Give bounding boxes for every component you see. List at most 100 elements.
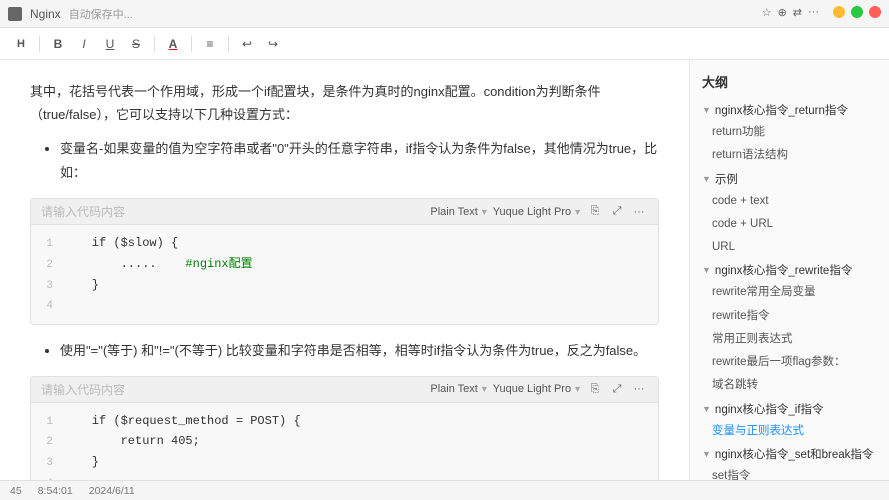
star-icon[interactable]: ☆ bbox=[762, 6, 772, 21]
chevron-setbreak: ▼ bbox=[702, 449, 711, 459]
outline-item-regex[interactable]: 常用正则表达式 bbox=[690, 328, 889, 351]
copy-btn-2[interactable]: ⎘ bbox=[586, 380, 604, 398]
code-line-2-1: 1 if ($request_method = POST) { bbox=[31, 411, 658, 432]
chevron-rewrite: ▼ bbox=[702, 265, 711, 275]
outline-label-return: nginx核心指令_return指令 bbox=[715, 102, 848, 118]
toolbar-sep-2 bbox=[154, 36, 155, 52]
outline-sidebar: 大纲 ▼ nginx核心指令_return指令 return功能 return语… bbox=[689, 60, 889, 480]
code-toolbar-left-1: 请输入代码内容 bbox=[41, 203, 125, 220]
expand-btn-1[interactable]: ⤢ bbox=[608, 203, 626, 221]
window-controls: ☆ ⊕ ⇄ ··· bbox=[762, 6, 881, 21]
code-line-2-2: 2 return 405; bbox=[31, 431, 658, 452]
toolbar-sep-4 bbox=[228, 36, 229, 52]
code-line-1-3: 3 } bbox=[31, 275, 658, 296]
code-content-2: 1 if ($request_method = POST) { 2 return… bbox=[31, 403, 658, 480]
code-content-1: 1 if ($slow) { 2 ..... #nginx配置 3 } 4 bbox=[31, 225, 658, 324]
outline-item-code-url[interactable]: code + URL bbox=[690, 213, 889, 236]
lang-chevron-2: ▼ bbox=[480, 384, 489, 394]
undo-btn[interactable]: ↩ bbox=[236, 33, 258, 55]
outline-item-var-regex[interactable]: 变量与正则表达式 bbox=[690, 420, 889, 443]
lang-chevron-1: ▼ bbox=[480, 207, 489, 217]
bullet-list-2: 使用"="(等于) 和"!="(不等于) 比较变量和字符串是否相等，相等时if指… bbox=[60, 339, 659, 364]
lang-selector-2[interactable]: Plain Text ▼ bbox=[430, 383, 488, 395]
outline-item-rewrite-flag[interactable]: rewrite最后一项flag参数： bbox=[690, 351, 889, 374]
outline-item-return[interactable]: ▼ nginx核心指令_return指令 bbox=[690, 99, 889, 121]
code-toolbar-right-1: Plain Text ▼ Yuque Light Pro ▼ ⎘ ⤢ ··· bbox=[430, 203, 648, 221]
code-line-1-1: 1 if ($slow) { bbox=[31, 233, 658, 254]
status-bar: 45 8:54:01 2024/6/11 bbox=[0, 480, 889, 500]
code-block-1: 请输入代码内容 Plain Text ▼ Yuque Light Pro ▼ ⎘… bbox=[30, 198, 659, 325]
code-line-2-4: 4 bbox=[31, 473, 658, 480]
code-toolbar-right-2: Plain Text ▼ Yuque Light Pro ▼ ⎘ ⤢ ··· bbox=[430, 380, 648, 398]
outline-item-url[interactable]: URL bbox=[690, 236, 889, 259]
code-toolbar-2: 请输入代码内容 Plain Text ▼ Yuque Light Pro ▼ ⎘… bbox=[31, 377, 658, 403]
code-line-2-3: 3 } bbox=[31, 452, 658, 473]
more-btn-2[interactable]: ··· bbox=[630, 380, 648, 398]
outline-label-rewrite: nginx核心指令_rewrite指令 bbox=[715, 262, 852, 278]
outline-item-return-func[interactable]: return功能 bbox=[690, 121, 889, 144]
outline-title: 大纲 bbox=[690, 68, 889, 99]
outline-item-domain-jump[interactable]: 域名跳转 bbox=[690, 374, 889, 397]
outline-item-return-syntax[interactable]: return语法结构 bbox=[690, 144, 889, 167]
outline-item-rewrite-global[interactable]: rewrite常用全局变量 bbox=[690, 281, 889, 304]
bullet-list-1: 变量名-如果变量的值为空字符串或者"0"开头的任意字符串，if指令认为条件为fa… bbox=[60, 137, 659, 186]
list-btn[interactable]: ≡ bbox=[199, 33, 221, 55]
chevron-if: ▼ bbox=[702, 404, 711, 414]
code-toolbar-left-2: 请输入代码内容 bbox=[41, 381, 125, 398]
formatting-toolbar: H B I U S A ≡ ↩ ↪ bbox=[0, 28, 889, 60]
content-area[interactable]: 其中，花括号代表一个作用域，形成一个if配置块，是条件为真时的nginx配置。c… bbox=[0, 60, 689, 480]
window-close[interactable] bbox=[869, 6, 881, 21]
font-chevron-1: ▼ bbox=[573, 207, 582, 217]
more-icon[interactable]: ··· bbox=[808, 6, 819, 21]
outline-item-set[interactable]: set指令 bbox=[690, 465, 889, 480]
window-minimize[interactable] bbox=[833, 6, 845, 21]
redo-btn[interactable]: ↪ bbox=[262, 33, 284, 55]
code-block-2: 请输入代码内容 Plain Text ▼ Yuque Light Pro ▼ ⎘… bbox=[30, 376, 659, 480]
title-bar: Nginx 自动保存中... ☆ ⊕ ⇄ ··· bbox=[0, 0, 889, 28]
status-date: 2024/6/11 bbox=[89, 485, 135, 497]
chevron-example: ▼ bbox=[702, 174, 711, 184]
app-name: Nginx bbox=[30, 7, 61, 21]
italic-btn[interactable]: I bbox=[73, 33, 95, 55]
outline-item-if[interactable]: ▼ nginx核心指令_if指令 bbox=[690, 398, 889, 420]
app-icon bbox=[8, 7, 22, 21]
code-line-1-2: 2 ..... #nginx配置 bbox=[31, 254, 658, 275]
heading-btn[interactable]: H bbox=[10, 33, 32, 55]
more-btn-1[interactable]: ··· bbox=[630, 203, 648, 221]
outline-item-rewrite[interactable]: ▼ nginx核心指令_rewrite指令 bbox=[690, 259, 889, 281]
color-btn[interactable]: A bbox=[162, 33, 184, 55]
font-chevron-2: ▼ bbox=[573, 384, 582, 394]
page-number: 45 bbox=[10, 485, 22, 497]
intro-text: 其中，花括号代表一个作用域，形成一个if配置块，是条件为真时的nginx配置。c… bbox=[30, 80, 659, 127]
auto-save-status: 自动保存中... bbox=[69, 6, 133, 22]
outline-label-setbreak: nginx核心指令_set和break指令 bbox=[715, 446, 874, 462]
outline-label-if: nginx核心指令_if指令 bbox=[715, 401, 824, 417]
code-line-1-4: 4 bbox=[31, 295, 658, 316]
toolbar-sep-1 bbox=[39, 36, 40, 52]
sync-icon[interactable]: ⇄ bbox=[793, 6, 802, 21]
share-icon[interactable]: ⊕ bbox=[778, 6, 787, 21]
copy-btn-1[interactable]: ⎘ bbox=[586, 203, 604, 221]
underline-btn[interactable]: U bbox=[99, 33, 121, 55]
outline-label-example: 示例 bbox=[715, 171, 738, 187]
main-layout: 其中，花括号代表一个作用域，形成一个if配置块，是条件为真时的nginx配置。c… bbox=[0, 60, 889, 480]
toolbar-sep-3 bbox=[191, 36, 192, 52]
strikethrough-btn[interactable]: S bbox=[125, 33, 147, 55]
font-selector-2[interactable]: Yuque Light Pro ▼ bbox=[493, 383, 582, 395]
bullet-item-1: 变量名-如果变量的值为空字符串或者"0"开头的任意字符串，if指令认为条件为fa… bbox=[60, 137, 659, 186]
lang-selector-1[interactable]: Plain Text ▼ bbox=[430, 206, 488, 218]
window-restore[interactable] bbox=[851, 6, 863, 21]
code-toolbar-1: 请输入代码内容 Plain Text ▼ Yuque Light Pro ▼ ⎘… bbox=[31, 199, 658, 225]
outline-item-setbreak[interactable]: ▼ nginx核心指令_set和break指令 bbox=[690, 443, 889, 465]
chevron-return: ▼ bbox=[702, 105, 711, 115]
code-placeholder-2: 请输入代码内容 bbox=[41, 381, 125, 398]
outline-item-example[interactable]: ▼ 示例 bbox=[690, 168, 889, 190]
status-time: 8:54:01 bbox=[38, 485, 73, 497]
outline-item-rewrite-directive[interactable]: rewrite指令 bbox=[690, 305, 889, 328]
outline-item-code-text[interactable]: code + text bbox=[690, 190, 889, 213]
expand-btn-2[interactable]: ⤢ bbox=[608, 380, 626, 398]
bold-btn[interactable]: B bbox=[47, 33, 69, 55]
code-placeholder-1: 请输入代码内容 bbox=[41, 203, 125, 220]
font-selector-1[interactable]: Yuque Light Pro ▼ bbox=[493, 206, 582, 218]
bullet-item-2: 使用"="(等于) 和"!="(不等于) 比较变量和字符串是否相等，相等时if指… bbox=[60, 339, 659, 364]
